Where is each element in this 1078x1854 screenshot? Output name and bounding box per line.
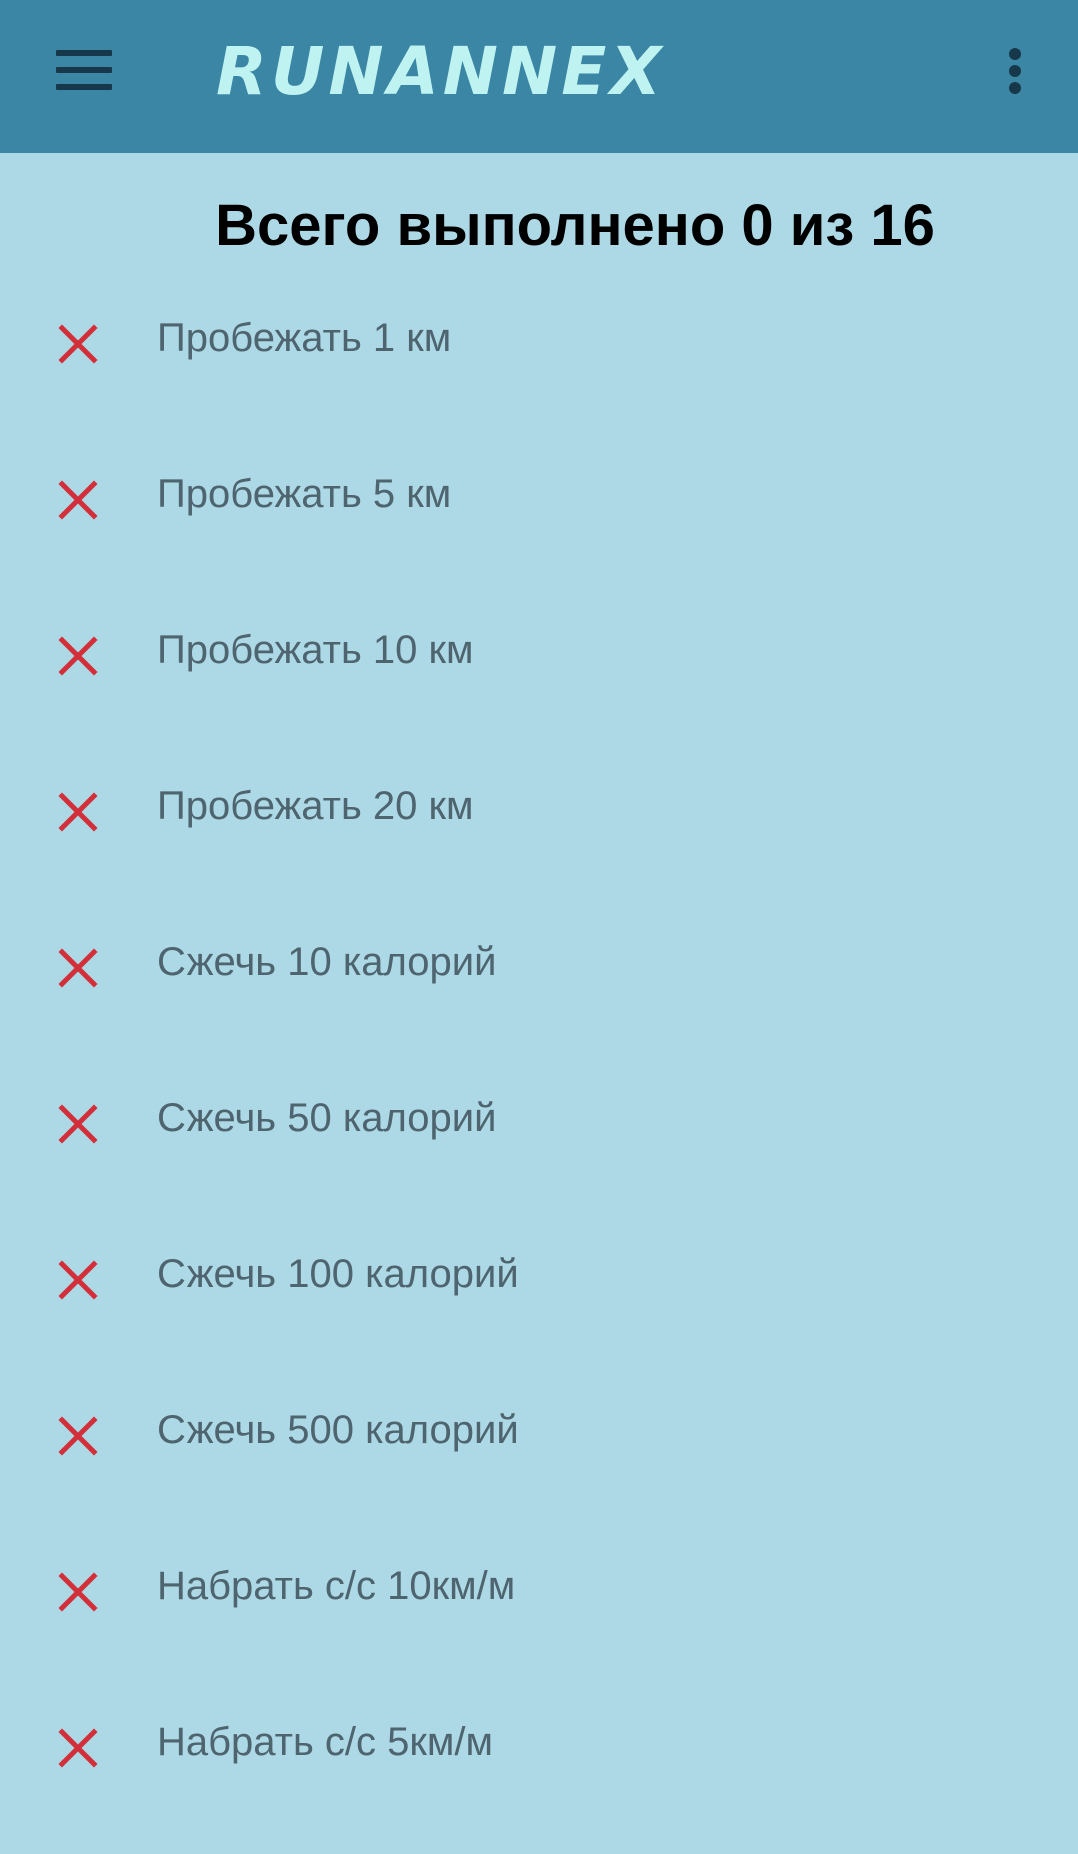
achievement-label: Набрать с/с 10км/м [157,1564,516,1608]
achievement-label: Сжечь 50 калорий [157,1096,497,1140]
cross-icon [58,1572,98,1612]
cross-icon [58,636,98,676]
cross-icon [58,324,98,364]
achievement-item[interactable]: Набрать с/с 5км/м [0,1698,1078,1854]
cross-icon [58,1104,98,1144]
cross-icon [58,480,98,520]
achievement-item[interactable]: Пробежать 5 км [0,450,1078,606]
achievement-item[interactable]: Сжечь 50 калорий [0,1074,1078,1230]
achievement-item[interactable]: Пробежать 20 км [0,762,1078,918]
achievement-item[interactable]: Пробежать 1 км [0,294,1078,450]
achievement-label: Сжечь 10 калорий [157,940,497,984]
cross-icon [58,1728,98,1768]
cross-icon [58,1260,98,1300]
cross-icon [58,948,98,988]
achievement-item[interactable]: Сжечь 500 калорий [0,1386,1078,1542]
achievement-list: Пробежать 1 км Пробежать 5 км Пробежать … [0,294,1078,1854]
overflow-menu-button[interactable] [990,40,1042,102]
achievement-item[interactable]: Сжечь 10 калорий [0,918,1078,1074]
achievement-item[interactable]: Сжечь 100 калорий [0,1230,1078,1386]
achievement-label: Пробежать 20 км [157,784,474,828]
cross-icon [58,1416,98,1456]
achievement-item[interactable]: Набрать с/с 10км/м [0,1542,1078,1698]
achievement-label: Сжечь 500 калорий [157,1408,519,1452]
menu-button[interactable] [40,36,130,104]
cross-icon [58,792,98,832]
achievement-label: Пробежать 5 км [157,472,452,516]
achievement-label: Набрать с/с 5км/м [157,1720,494,1764]
completion-summary: Всего выполнено 0 из 16 [215,193,935,258]
app-bar: RUNANNEX [0,0,1078,153]
achievement-label: Сжечь 100 калорий [157,1252,519,1296]
achievement-label: Пробежать 10 км [157,628,474,672]
app-title: RUNANNEX [216,33,666,110]
achievement-label: Пробежать 1 км [157,316,452,360]
achievement-item[interactable]: Пробежать 10 км [0,606,1078,762]
